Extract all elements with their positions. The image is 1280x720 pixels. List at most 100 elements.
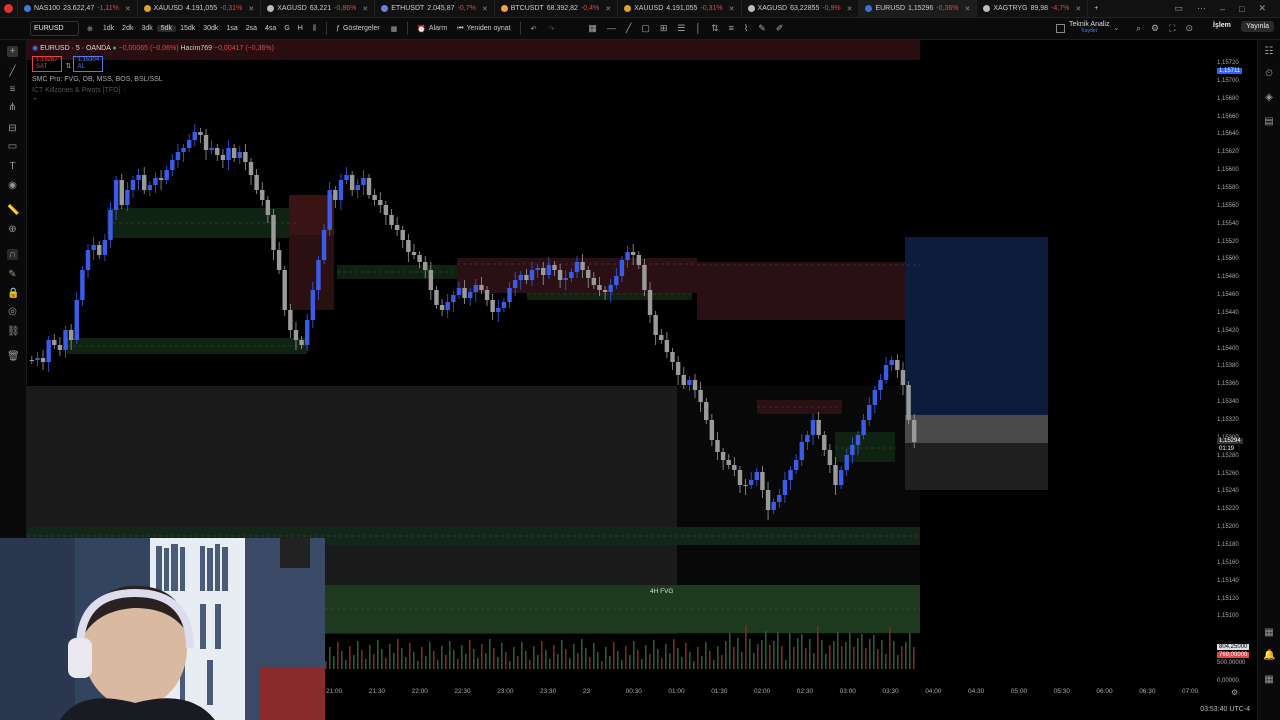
redo-icon[interactable]: ↷ [549, 25, 555, 33]
timeframe-4sa[interactable]: 4sa [261, 25, 280, 32]
tab-xauusd[interactable]: XAUUSD 4.191,055 -0,31% ✕ [138, 0, 262, 17]
hline-icon[interactable]: ― [607, 23, 616, 34]
collapse-legend-icon[interactable]: ⌃ [32, 96, 274, 107]
camera-icon[interactable]: ⊙ [1185, 23, 1193, 34]
shapes-tool-icon[interactable]: ▭ [7, 141, 18, 152]
tech-analysis[interactable]: Teknik Analiz Kaydet ⌄ [1056, 21, 1119, 35]
pitchfork-tool-icon[interactable]: ⋔ [7, 102, 18, 113]
trendline-tool-icon[interactable]: ╱ [7, 66, 18, 77]
text-tool-icon[interactable]: T [7, 161, 18, 172]
close-tab-icon[interactable]: ✕ [482, 5, 488, 13]
calendar-icon[interactable]: ▦ [1263, 627, 1275, 639]
close-tab-icon[interactable]: ✕ [729, 5, 735, 13]
layout-icon[interactable]: ▦ [391, 25, 398, 33]
stay-drawing-icon[interactable]: ✎ [7, 269, 18, 280]
sell-button[interactable]: 1,15287 SAT [32, 56, 62, 72]
settings-gear-icon[interactable]: ⚙ [1231, 688, 1238, 697]
tab-xagusd[interactable]: XAGUSD 63,221 -0,86% ✕ [261, 0, 376, 17]
close-tab-icon[interactable]: ✕ [1075, 5, 1081, 13]
lock-icon[interactable]: 🔒 [7, 288, 19, 299]
timeframe-1sa[interactable]: 1sa [222, 25, 241, 32]
close-tab-icon[interactable]: ✕ [965, 5, 971, 13]
search-icon[interactable]: ⌕ [1136, 23, 1141, 34]
crosshair-icon[interactable]: + [7, 46, 18, 57]
timeframe-1dk[interactable]: 1dk [99, 25, 118, 32]
lines-icon[interactable]: ☰ [677, 23, 685, 34]
close-tab-icon[interactable]: ✕ [125, 5, 131, 13]
pattern-tool-icon[interactable]: ◉ [7, 180, 18, 191]
candle-type-icon[interactable]: ⫼ [313, 25, 316, 33]
close-icon[interactable]: ✕ [1258, 3, 1266, 14]
hlines-tool-icon[interactable]: ≡ [7, 84, 18, 95]
timeframe-H[interactable]: H [294, 25, 307, 32]
grid-menu-icon[interactable]: ▦ [1263, 674, 1275, 686]
watchlist-icon[interactable]: ☷ [1263, 46, 1275, 58]
timeframe-30dk[interactable]: 30dk [199, 25, 222, 32]
minimize-icon[interactable]: – [1220, 4, 1225, 14]
tab-xagtryg[interactable]: XAGTRYG 89,98 -4,7% ✕ [977, 0, 1089, 17]
app-logo-icon [4, 4, 13, 13]
trendline-icon[interactable]: ╱ [626, 23, 631, 34]
chat-icon[interactable]: ▤ [1263, 116, 1275, 128]
position-icon[interactable]: ⇅ [711, 23, 719, 34]
app-logo[interactable] [0, 0, 18, 17]
publish-button[interactable]: Yayınla [1241, 21, 1274, 32]
close-tab-icon[interactable]: ✕ [362, 5, 368, 13]
close-tab-icon[interactable]: ✕ [248, 5, 254, 13]
ruler-icon[interactable]: ✐ [776, 23, 784, 34]
maximize-icon[interactable]: □ [1239, 4, 1244, 14]
undo-icon[interactable]: ↶ [531, 25, 537, 33]
trash-icon[interactable]: 🗑 [7, 351, 20, 362]
alerts-icon[interactable]: ⏲ [1263, 68, 1275, 80]
close-tab-icon[interactable]: ✕ [847, 5, 853, 13]
path-icon[interactable]: ⌇ [744, 23, 748, 34]
alarm-button[interactable]: ⏰ Alarm [412, 25, 452, 33]
new-tab-button[interactable]: + [1088, 0, 1104, 17]
tab-ethusdt[interactable]: ETHUSDT 2.045,87 -0,7% ✕ [375, 0, 495, 17]
candle-body [29, 360, 35, 361]
volume-bar [817, 626, 819, 669]
price-axis[interactable]: 1,15720 1,15700 1,15680 1,15660 1,15640 1,156… [1217, 40, 1257, 684]
monitor-icon[interactable]: ▭ [1174, 3, 1183, 14]
indicator-killzones[interactable]: ICT Killzones & Pivots [TFO] ◌ [32, 85, 274, 96]
eye-off-icon[interactable]: ◌ [123, 87, 127, 94]
layers-icon[interactable]: ◈ [1263, 92, 1275, 104]
indicator-smc[interactable]: SMC Pro: FVG, OB, MSS, BOS, BSL/SSL [32, 74, 274, 85]
zoom-tool-icon[interactable]: ⊕ [7, 224, 18, 235]
timeframe-2sa[interactable]: 2sa [242, 25, 261, 32]
tab-xagusd[interactable]: XAGUSD 63,22855 -0,9% ✕ [742, 0, 860, 17]
timeframe-5dk[interactable]: 5dk [156, 25, 177, 32]
symbol-search[interactable]: EURUSD [30, 21, 79, 36]
link-icon[interactable]: ⛓ [7, 326, 20, 337]
fullscreen-icon[interactable]: ⛶ [1169, 23, 1175, 34]
measure-tool-icon[interactable]: 📏 [7, 205, 19, 216]
settings-icon[interactable]: ⚙ [1151, 23, 1159, 34]
vline-icon[interactable]: │ [695, 23, 701, 34]
fib-tool-icon[interactable]: ⊟ [7, 123, 18, 134]
indicators-button[interactable]: ƒ Göstergeler [331, 25, 384, 32]
brush-icon[interactable]: ✎ [758, 23, 766, 34]
grid-icon[interactable]: ▦ [588, 23, 597, 34]
hide-icon[interactable]: ◎ [7, 306, 18, 317]
magnet-tool-icon[interactable]: ∩ [7, 249, 18, 260]
list-icon[interactable]: ≡ [729, 23, 734, 34]
more-icon[interactable]: ⋯ [1197, 3, 1206, 14]
trade-button[interactable]: İşlem [1213, 22, 1231, 29]
add-symbol-icon[interactable]: ⊕ [87, 25, 93, 33]
timeframe-2dk[interactable]: 2dk [118, 25, 137, 32]
timeframe-15dk[interactable]: 15dk [176, 25, 199, 32]
legend-title[interactable]: EURUSD · 5 · OANDA [40, 45, 110, 52]
replay-button[interactable]: ⏮ Yeniden oynat [452, 25, 515, 33]
clock[interactable]: 03:53:40 UTC-4 [1200, 706, 1250, 713]
notifications-icon[interactable]: 🔔 [1263, 650, 1275, 662]
fib-icon[interactable]: ⊞ [660, 23, 668, 34]
tab-nas100[interactable]: NAS100 23.622,47 -1,11% ✕ [18, 0, 138, 17]
tab-btcusdt[interactable]: BTCUSDT 68.392,82 -0,4% ✕ [495, 0, 619, 17]
timeframe-G[interactable]: G [280, 25, 293, 32]
close-tab-icon[interactable]: ✕ [605, 5, 611, 13]
rectangle-icon[interactable]: ▢ [641, 23, 650, 34]
tab-eurusd[interactable]: EURUSD 1,15296 -0,36% ✕ [859, 0, 978, 17]
timeframe-3dk[interactable]: 3dk [137, 25, 156, 32]
buy-button[interactable]: 1,15304 AL [73, 56, 104, 72]
tab-xauusd[interactable]: XAUUSD 4.191,055 -0,31% ✕ [618, 0, 742, 17]
